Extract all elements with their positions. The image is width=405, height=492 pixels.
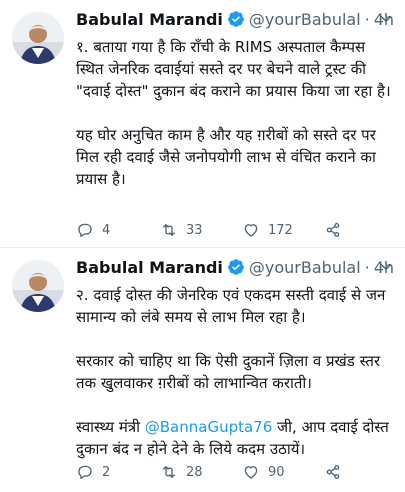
retweet-icon	[163, 224, 175, 236]
tweet-text: १. बताया गया है कि राँची के RIMS अस्पताल…	[76, 36, 395, 190]
tweet-paragraph: यह घोर अनुचित काम है और यह ग़रीबों को सस…	[76, 126, 376, 188]
chevron-down-icon[interactable]	[377, 258, 395, 276]
retweet-icon	[163, 466, 175, 478]
author-handle[interactable]: @yourBabulal	[249, 10, 361, 29]
author-handle[interactable]: @yourBabulal	[249, 258, 361, 277]
tweet-actions: 4 33 172	[76, 219, 376, 241]
retweet-button[interactable]: 28	[160, 461, 203, 483]
like-button[interactable]: 90	[242, 461, 285, 483]
mention-link[interactable]: @BannaGupta76	[145, 418, 273, 436]
reply-count: 2	[102, 464, 111, 480]
reply-button[interactable]: 2	[76, 461, 110, 483]
tweet-paragraph: १. बताया गया है कि राँची के RIMS अस्पताल…	[76, 38, 391, 100]
retweet-button[interactable]: 33	[160, 219, 203, 241]
like-count: 172	[268, 222, 293, 238]
tweet[interactable]: Babulal Marandi @yourBabulal · 4h २. दवा…	[0, 248, 405, 492]
share-button[interactable]	[324, 219, 350, 241]
like-button[interactable]: 172	[242, 219, 293, 241]
author-name[interactable]: Babulal Marandi	[76, 10, 223, 29]
verified-badge-icon	[228, 11, 244, 27]
share-icon	[326, 464, 340, 480]
like-count: 90	[268, 464, 285, 480]
tweet-header: Babulal Marandi @yourBabulal · 4h	[76, 252, 395, 282]
heart-icon	[244, 224, 258, 237]
verified-badge-icon	[228, 259, 244, 275]
tweet-paragraph: स्वास्थ्य मंत्री @BannaGupta76 जी, आप दव…	[76, 416, 395, 460]
share-button[interactable]	[324, 461, 350, 483]
heart-icon	[244, 466, 258, 479]
retweet-count: 33	[186, 222, 203, 238]
tweet-actions: 2 28 90	[76, 461, 376, 483]
tweet-paragraph: २. दवाई दोस्त की जेनरिक एवं एकदम सस्ती द…	[76, 286, 386, 326]
avatar[interactable]	[12, 260, 64, 312]
separator-dot: ·	[364, 9, 370, 29]
reply-icon	[78, 223, 92, 238]
separator-dot: ·	[364, 257, 370, 277]
share-icon	[326, 222, 340, 238]
reply-count: 4	[102, 222, 111, 238]
tweet-header: Babulal Marandi @yourBabulal · 4h	[76, 4, 395, 34]
retweet-count: 28	[186, 464, 203, 480]
reply-icon	[78, 465, 92, 480]
chevron-down-icon[interactable]	[377, 10, 395, 28]
paragraph-text: स्वास्थ्य मंत्री	[76, 418, 145, 436]
avatar[interactable]	[12, 12, 64, 64]
tweet-text: २. दवाई दोस्त की जेनरिक एवं एकदम सस्ती द…	[76, 284, 395, 460]
tweet[interactable]: Babulal Marandi @yourBabulal · 4h १. बता…	[0, 0, 405, 248]
tweet-paragraph: सरकार को चाहिए था कि ऐसी दुकानें ज़िला व…	[76, 352, 381, 392]
reply-button[interactable]: 4	[76, 219, 110, 241]
author-name[interactable]: Babulal Marandi	[76, 258, 223, 277]
